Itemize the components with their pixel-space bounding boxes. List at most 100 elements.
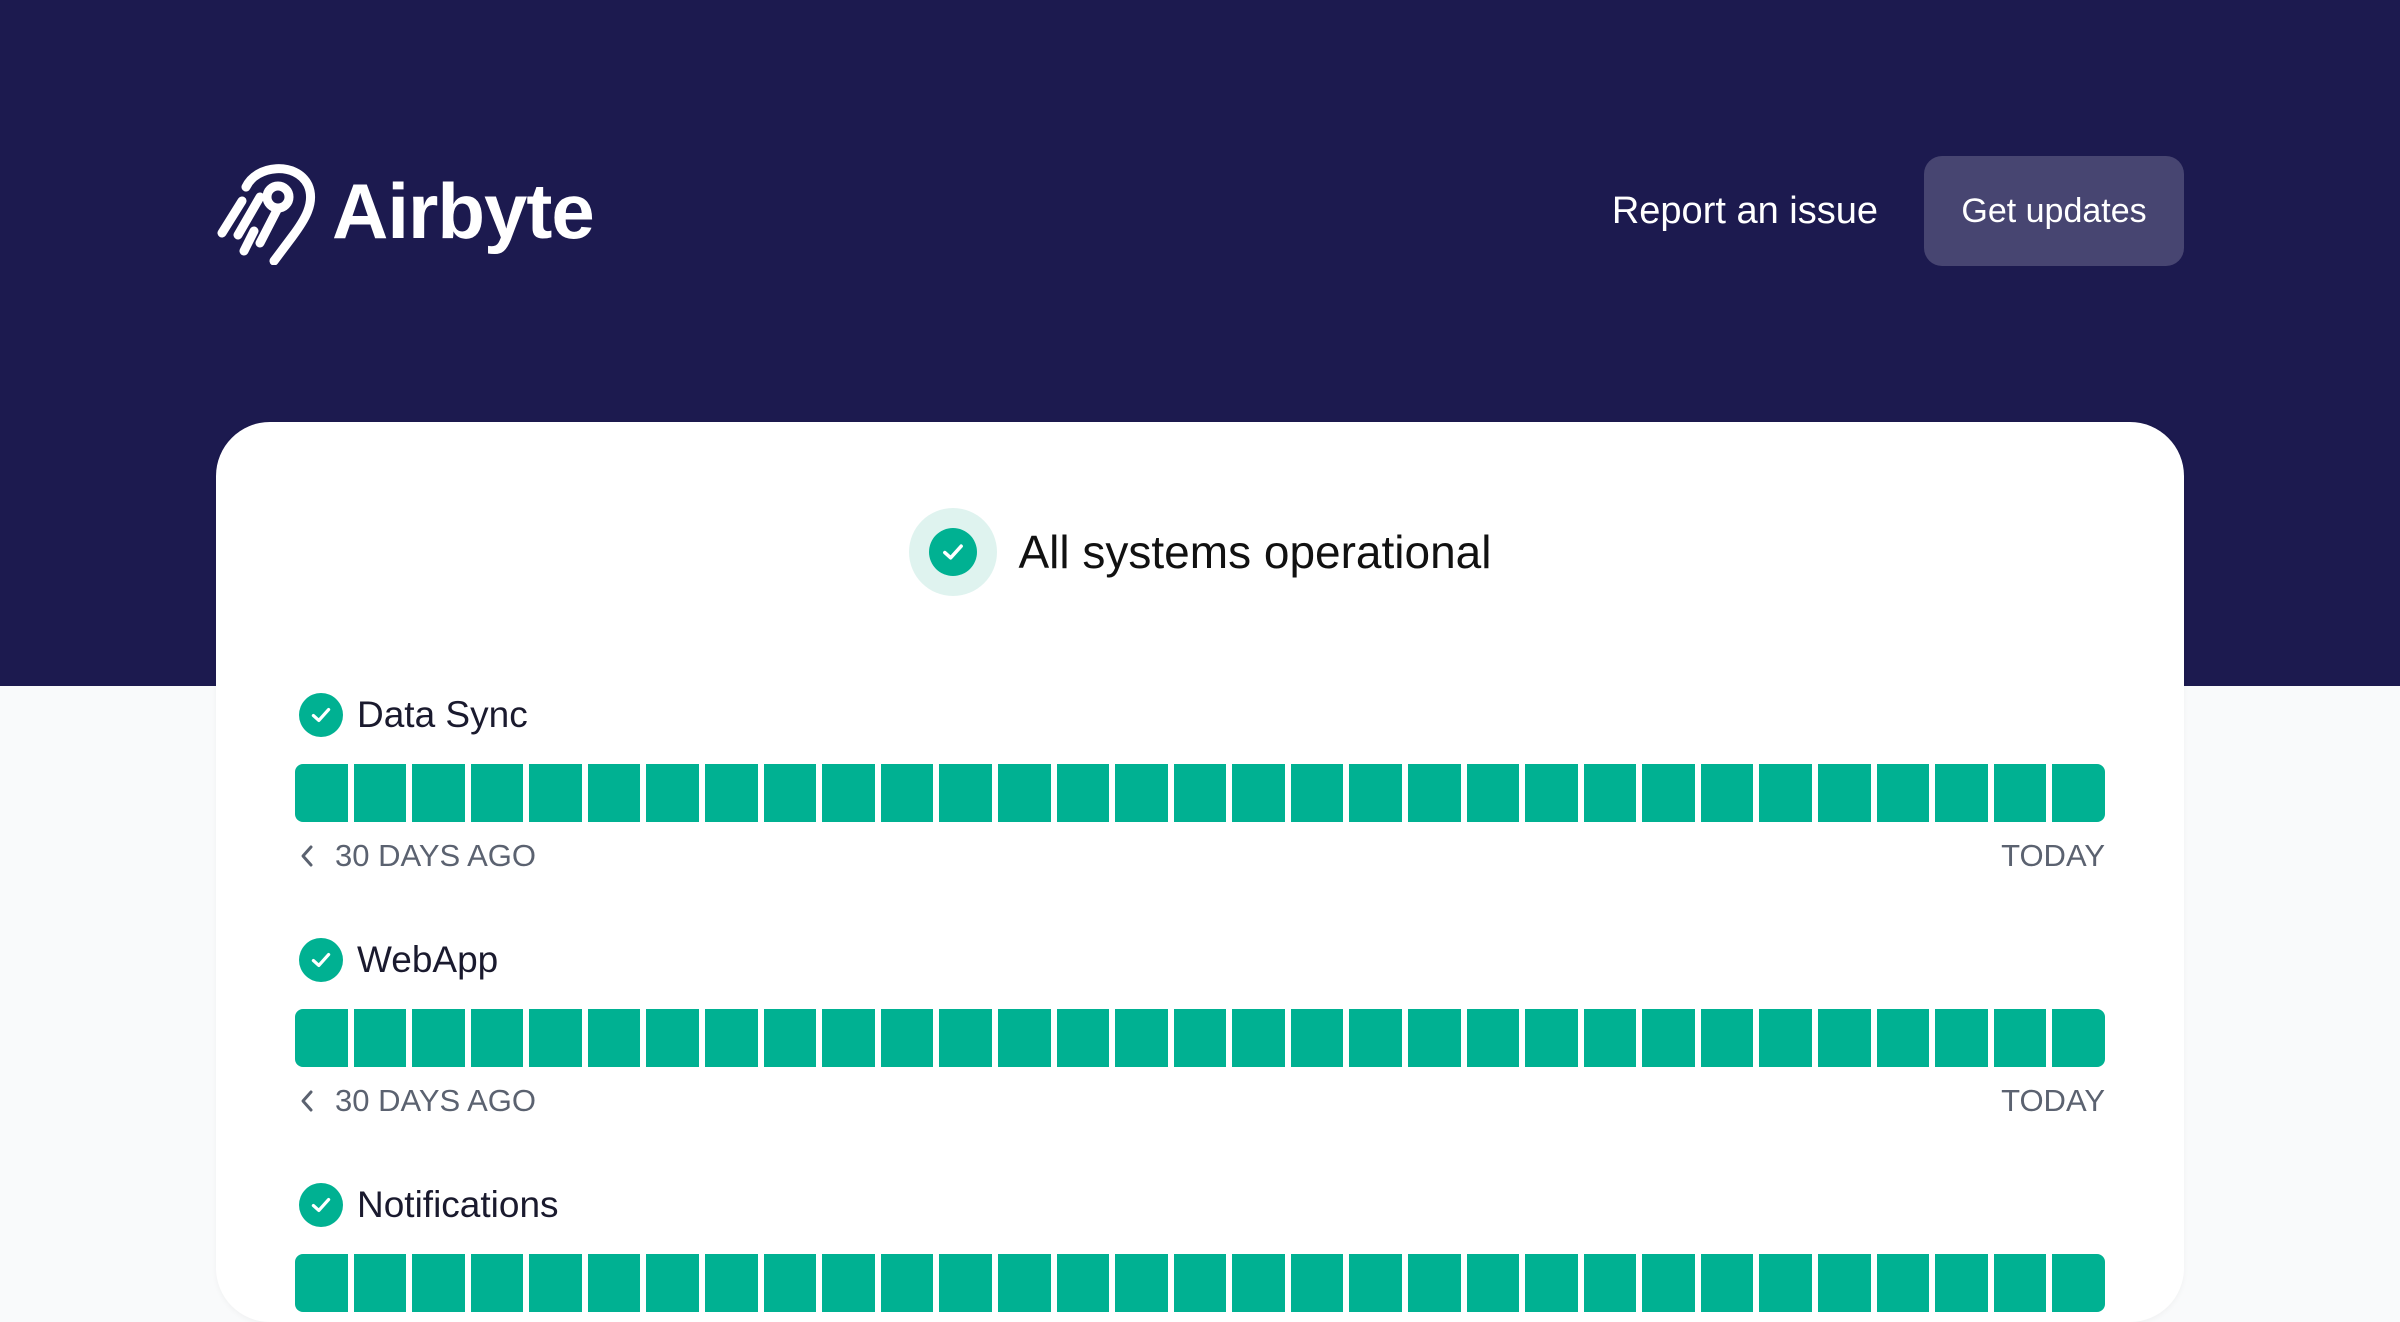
uptime-day-bar[interactable]	[1642, 1254, 1695, 1312]
uptime-day-bar[interactable]	[705, 1009, 758, 1067]
uptime-day-bar[interactable]	[1818, 1254, 1871, 1312]
uptime-day-bar[interactable]	[1173, 1009, 1227, 1067]
uptime-day-bar[interactable]	[1173, 764, 1227, 822]
uptime-day-bar[interactable]	[1759, 764, 1813, 822]
uptime-day-bar[interactable]	[646, 764, 700, 822]
uptime-day-bar[interactable]	[1642, 764, 1695, 822]
uptime-day-bar[interactable]	[1876, 1254, 1930, 1312]
uptime-day-bar[interactable]	[2052, 1009, 2105, 1067]
uptime-day-bar[interactable]	[997, 1254, 1051, 1312]
uptime-day-bar[interactable]	[763, 764, 817, 822]
uptime-day-bar[interactable]	[1525, 1009, 1578, 1067]
uptime-day-bar[interactable]	[1818, 1009, 1871, 1067]
uptime-day-bar[interactable]	[1232, 764, 1285, 822]
uptime-day-bar[interactable]	[470, 1254, 524, 1312]
uptime-day-bar[interactable]	[529, 1254, 582, 1312]
uptime-day-bar[interactable]	[1056, 1009, 1110, 1067]
report-issue-link[interactable]: Report an issue	[1612, 184, 1878, 238]
uptime-day-bar[interactable]	[763, 1254, 817, 1312]
uptime-day-bar[interactable]	[1115, 1009, 1168, 1067]
uptime-day-bar[interactable]	[1700, 1009, 1754, 1067]
uptime-day-bar[interactable]	[1993, 1009, 2047, 1067]
uptime-day-bar[interactable]	[1056, 1254, 1110, 1312]
uptime-day-bar[interactable]	[822, 1009, 875, 1067]
uptime-day-bar[interactable]	[2052, 764, 2105, 822]
uptime-day-bar[interactable]	[353, 764, 407, 822]
uptime-day-bar[interactable]	[529, 764, 582, 822]
uptime-day-bar[interactable]	[1349, 764, 1402, 822]
uptime-day-bar[interactable]	[705, 1254, 758, 1312]
uptime-day-bar[interactable]	[997, 1009, 1051, 1067]
uptime-day-bar[interactable]	[412, 1009, 465, 1067]
uptime-day-bar[interactable]	[646, 1009, 700, 1067]
uptime-day-bar[interactable]	[1349, 1009, 1402, 1067]
uptime-day-bar[interactable]	[1876, 1009, 1930, 1067]
uptime-day-bar[interactable]	[587, 764, 641, 822]
older-history-link[interactable]: 30 DAYS AGO	[295, 1083, 536, 1119]
get-updates-button[interactable]: Get updates	[1924, 156, 2184, 266]
uptime-day-bar[interactable]	[1232, 1009, 1285, 1067]
uptime-day-bar[interactable]	[1642, 1009, 1695, 1067]
uptime-day-bar[interactable]	[1876, 764, 1930, 822]
check-circle-icon	[299, 1183, 343, 1227]
uptime-day-bar[interactable]	[1583, 1009, 1637, 1067]
uptime-day-bar[interactable]	[1056, 764, 1110, 822]
uptime-day-bar[interactable]	[1232, 1254, 1285, 1312]
uptime-day-bar[interactable]	[822, 764, 875, 822]
uptime-day-bar[interactable]	[529, 1009, 582, 1067]
uptime-day-bar[interactable]	[939, 1009, 992, 1067]
uptime-day-bar[interactable]	[1173, 1254, 1227, 1312]
uptime-day-bar[interactable]	[646, 1254, 700, 1312]
uptime-day-bar[interactable]	[1525, 1254, 1578, 1312]
uptime-day-bar[interactable]	[1290, 1009, 1344, 1067]
uptime-day-bar[interactable]	[295, 1009, 348, 1067]
uptime-day-bar[interactable]	[1407, 1009, 1461, 1067]
uptime-day-bar[interactable]	[1115, 1254, 1168, 1312]
uptime-day-bar[interactable]	[1759, 1254, 1813, 1312]
uptime-day-bar[interactable]	[1993, 764, 2047, 822]
uptime-day-bar[interactable]	[997, 764, 1051, 822]
uptime-day-bar[interactable]	[295, 1254, 348, 1312]
uptime-day-bar[interactable]	[880, 1254, 934, 1312]
uptime-day-bar[interactable]	[1466, 1254, 1520, 1312]
uptime-day-bar[interactable]	[470, 764, 524, 822]
uptime-day-bar[interactable]	[1466, 764, 1520, 822]
chevron-left-icon	[301, 845, 313, 867]
uptime-day-bar[interactable]	[353, 1009, 407, 1067]
uptime-day-bar[interactable]	[470, 1009, 524, 1067]
uptime-day-bar[interactable]	[1700, 1254, 1754, 1312]
uptime-day-bar[interactable]	[880, 1009, 934, 1067]
uptime-day-bar[interactable]	[353, 1254, 407, 1312]
older-history-link[interactable]: 30 DAYS AGO	[295, 838, 536, 874]
uptime-day-bar[interactable]	[763, 1009, 817, 1067]
uptime-day-bar[interactable]	[1583, 764, 1637, 822]
uptime-day-bar[interactable]	[939, 1254, 992, 1312]
uptime-day-bar[interactable]	[1349, 1254, 1402, 1312]
uptime-day-bar[interactable]	[2052, 1254, 2105, 1312]
uptime-day-bar[interactable]	[1290, 764, 1344, 822]
uptime-day-bar[interactable]	[1115, 764, 1168, 822]
uptime-day-bar[interactable]	[412, 1254, 465, 1312]
uptime-day-bar[interactable]	[1583, 1254, 1637, 1312]
uptime-day-bar[interactable]	[705, 764, 758, 822]
uptime-day-bar[interactable]	[1935, 1254, 1988, 1312]
uptime-day-bar[interactable]	[880, 764, 934, 822]
uptime-day-bar[interactable]	[295, 764, 348, 822]
uptime-day-bar[interactable]	[1290, 1254, 1344, 1312]
uptime-day-bar[interactable]	[587, 1254, 641, 1312]
uptime-day-bar[interactable]	[1525, 764, 1578, 822]
uptime-day-bar[interactable]	[939, 764, 992, 822]
uptime-day-bar[interactable]	[1466, 1009, 1520, 1067]
uptime-day-bar[interactable]	[1407, 1254, 1461, 1312]
uptime-day-bar[interactable]	[1407, 764, 1461, 822]
uptime-day-bar[interactable]	[587, 1009, 641, 1067]
uptime-day-bar[interactable]	[412, 764, 465, 822]
uptime-day-bar[interactable]	[1993, 1254, 2047, 1312]
uptime-day-bar[interactable]	[1935, 1009, 1988, 1067]
uptime-day-bar[interactable]	[1759, 1009, 1813, 1067]
uptime-day-bar[interactable]	[822, 1254, 875, 1312]
brand-logo[interactable]: Airbyte	[216, 156, 595, 266]
uptime-day-bar[interactable]	[1935, 764, 1988, 822]
uptime-day-bar[interactable]	[1700, 764, 1754, 822]
uptime-day-bar[interactable]	[1818, 764, 1871, 822]
